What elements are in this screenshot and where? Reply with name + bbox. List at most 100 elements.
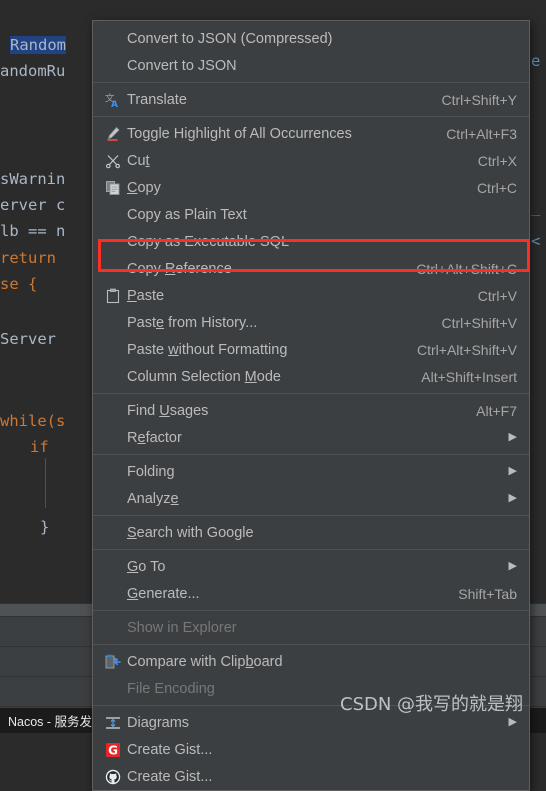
- menu-item-compare-with-clipboard[interactable]: Compare with Clipboard: [93, 648, 529, 675]
- scissors-icon: [101, 153, 125, 169]
- menu-item-label: Analyze: [127, 490, 179, 507]
- menu-item-analyze[interactable]: Analyze ▶: [93, 485, 529, 512]
- menu-item-shortcut: Ctrl+Shift+V: [441, 314, 517, 331]
- menu-item-label: Copy as Plain Text: [127, 206, 247, 223]
- code-fragment: <: [531, 232, 541, 250]
- menu-item-label: Folding: [127, 463, 175, 480]
- code-fragment: e: [531, 52, 541, 70]
- highlighter-icon: [101, 126, 125, 142]
- menu-item-find-usages[interactable]: Find Usages Alt+F7: [93, 397, 529, 424]
- menu-item-shortcut: Ctrl+Alt+Shift+C: [416, 260, 517, 277]
- code-line: erver c: [0, 196, 66, 214]
- menu-item-label: Generate...: [127, 585, 200, 602]
- menu-item-label: File Encoding: [127, 680, 215, 697]
- menu-item-generate[interactable]: Generate... Shift+Tab: [93, 580, 529, 607]
- code-line: sWarnin: [0, 170, 66, 188]
- menu-item-paste[interactable]: Paste Ctrl+V: [93, 282, 529, 309]
- menu-item-shortcut: Ctrl+Alt+F3: [446, 125, 517, 142]
- code-line: Random: [10, 36, 66, 54]
- menu-item-shortcut: Ctrl+C: [476, 179, 517, 196]
- menu-icon-placeholder: [101, 315, 125, 331]
- menu-item-label: Paste without Formatting: [127, 341, 288, 358]
- menu-icon-placeholder: [101, 681, 125, 697]
- menu-item-search-with-google[interactable]: Search with Google: [93, 519, 529, 546]
- menu-item-label: Refactor: [127, 429, 182, 446]
- menu-item-column-selection-mode[interactable]: Column Selection Mode Alt+Shift+Insert: [93, 363, 529, 390]
- menu-item-label: Go To: [127, 558, 166, 575]
- menu-item-label: Convert to JSON: [127, 57, 237, 74]
- menu-icon-placeholder: [101, 369, 125, 385]
- menu-item-shortcut: Ctrl+X: [477, 152, 517, 169]
- menu-item-label: Create Gist...: [127, 768, 213, 785]
- menu-icon-placeholder: [101, 403, 125, 419]
- menu-item-create-gist[interactable]: Create Gist...: [93, 763, 529, 790]
- menu-item-toggle-highlight-of-all-occurrences[interactable]: Toggle Highlight of All Occurrences Ctrl+…: [93, 120, 529, 147]
- svg-text:G: G: [108, 743, 118, 757]
- menu-item-copy-reference[interactable]: Copy Reference Ctrl+Alt+Shift+C: [93, 255, 529, 282]
- code-fold-guide: [45, 458, 46, 508]
- menu-item-label: Compare with Clipboard: [127, 653, 283, 670]
- menu-icon-placeholder: [101, 620, 125, 636]
- menu-item-paste-from-history[interactable]: Paste from History... Ctrl+Shift+V: [93, 309, 529, 336]
- chevron-right-icon: ▶: [508, 431, 517, 443]
- menu-item-cut[interactable]: Cut Ctrl+X: [93, 147, 529, 174]
- chevron-right-icon: ▶: [508, 492, 517, 504]
- menu-item-label: Copy as Executable SQL: [127, 233, 290, 250]
- menu-separator: [93, 610, 529, 611]
- menu-item-label: Show in Explorer: [127, 619, 237, 636]
- menu-separator: [93, 454, 529, 455]
- menu-item-copy-as-plain-text[interactable]: Copy as Plain Text: [93, 201, 529, 228]
- code-line: se {: [0, 275, 38, 293]
- menu-icon-placeholder: [101, 261, 125, 277]
- menu-item-label: Find Usages: [127, 402, 209, 419]
- menu-item-label: Toggle Highlight of All Occurrences: [127, 125, 352, 142]
- menu-separator: [93, 644, 529, 645]
- code-line: if: [30, 438, 49, 456]
- code-line: }: [40, 518, 50, 536]
- menu-item-convert-to-json-compressed[interactable]: Convert to JSON (Compressed): [93, 25, 529, 52]
- taskbar-item-nacos[interactable]: Nacos - 服务发: [8, 711, 92, 730]
- github-icon: [101, 769, 125, 785]
- menu-item-go-to[interactable]: Go To ▶: [93, 553, 529, 580]
- menu-item-shortcut: Ctrl+Alt+Shift+V: [417, 341, 517, 358]
- menu-icon-placeholder: [101, 207, 125, 223]
- menu-item-copy-as-executable-sql[interactable]: Copy as Executable SQL: [93, 228, 529, 255]
- paste-icon: [101, 288, 125, 304]
- menu-separator: [93, 549, 529, 550]
- menu-item-label: Diagrams: [127, 714, 190, 731]
- menu-item-paste-without-formatting[interactable]: Paste without Formatting Ctrl+Alt+Shift+V: [93, 336, 529, 363]
- menu-icon-placeholder: [101, 586, 125, 602]
- code-line: Server: [0, 330, 56, 348]
- code-line: return: [0, 249, 56, 267]
- code-line: andomRu: [0, 62, 66, 80]
- copy-icon: [101, 180, 125, 196]
- menu-icon-placeholder: [101, 31, 125, 47]
- chevron-right-icon: ▶: [508, 716, 517, 728]
- menu-item-shortcut: Ctrl+V: [477, 287, 517, 304]
- menu-separator: [93, 515, 529, 516]
- compare-clipboard-icon: [101, 654, 125, 670]
- chevron-right-icon: ▶: [508, 465, 517, 477]
- menu-item-convert-to-json[interactable]: Convert to JSON: [93, 52, 529, 79]
- menu-item-label: Copy Reference: [127, 260, 232, 277]
- editor-context-menu[interactable]: Convert to JSON (Compressed) Convert to J…: [92, 20, 530, 791]
- menu-item-label: Search with Google: [127, 524, 254, 541]
- watermark: CSDN @我写的就是翔: [340, 694, 524, 715]
- menu-icon-placeholder: [101, 58, 125, 74]
- menu-item-translate[interactable]: 文 A Translate Ctrl+Shift+Y: [93, 86, 529, 113]
- menu-item-label: Paste from History...: [127, 314, 258, 331]
- gitlab-icon: G: [101, 742, 125, 758]
- menu-icon-placeholder: [101, 491, 125, 507]
- code-fragment: _: [531, 198, 541, 216]
- menu-item-label: Create Gist...: [127, 741, 213, 758]
- menu-item-label: Translate: [127, 91, 187, 108]
- svg-text:A: A: [111, 100, 118, 108]
- menu-item-copy[interactable]: Copy Ctrl+C: [93, 174, 529, 201]
- diagrams-icon: [101, 715, 125, 731]
- menu-item-folding[interactable]: Folding ▶: [93, 458, 529, 485]
- menu-separator: [93, 116, 529, 117]
- menu-item-shortcut: Alt+F7: [476, 402, 517, 419]
- menu-item-create-gist[interactable]: G Create Gist...: [93, 736, 529, 763]
- menu-icon-placeholder: [101, 342, 125, 358]
- menu-item-refactor[interactable]: Refactor ▶: [93, 424, 529, 451]
